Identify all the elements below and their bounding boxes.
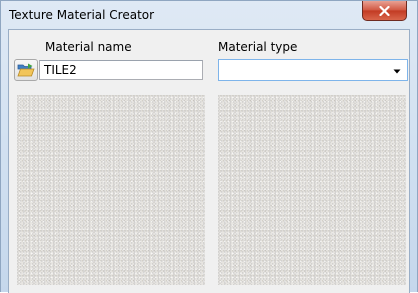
material-name-label: Material name xyxy=(45,40,132,54)
material-type-dropdown[interactable] xyxy=(218,59,408,81)
close-button[interactable] xyxy=(362,1,407,21)
texture-material-creator-window: Texture Material Creator Material name T… xyxy=(0,0,418,293)
material-name-input[interactable]: TILE2 xyxy=(39,60,203,80)
dialog-client-area: Material name TILE2 Material type xyxy=(8,29,410,293)
material-type-label: Material type xyxy=(218,40,298,54)
texture-preview-right xyxy=(218,95,406,285)
texture-preview-left xyxy=(17,95,205,285)
window-title: Texture Material Creator xyxy=(9,8,155,22)
open-folder-icon xyxy=(17,63,35,77)
close-icon xyxy=(379,5,390,16)
open-file-button[interactable] xyxy=(14,59,38,81)
chevron-down-icon[interactable] xyxy=(391,65,403,77)
title-bar[interactable]: Texture Material Creator xyxy=(1,1,417,29)
